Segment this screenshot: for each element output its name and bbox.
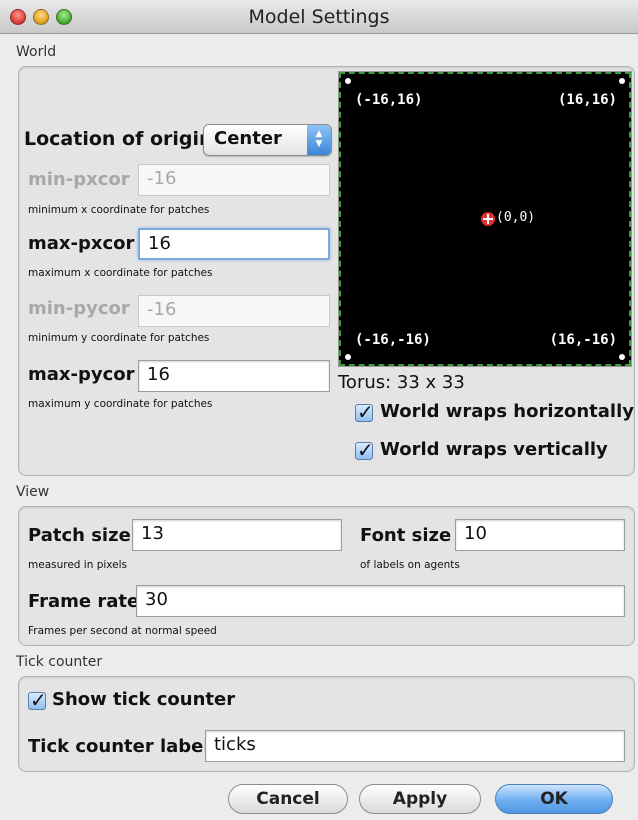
min-pycor-input[interactable]: -16 bbox=[138, 295, 330, 327]
corner-dot bbox=[345, 354, 351, 360]
tick-counter-section-label: Tick counter bbox=[16, 654, 103, 670]
wrap-vertical-label: World wraps vertically bbox=[380, 439, 608, 460]
world-preview: (-16,16) (16,16) (0,0) (-16,-16) (16,-16… bbox=[338, 71, 632, 367]
min-pxcor-label: min-pxcor bbox=[28, 169, 130, 190]
corner-dot bbox=[619, 78, 625, 84]
show-tick-counter-label: Show tick counter bbox=[52, 689, 236, 710]
frame-rate-label: Frame rate bbox=[28, 591, 140, 612]
patch-size-label: Patch size bbox=[28, 525, 131, 546]
apply-button[interactable]: Apply bbox=[359, 784, 481, 814]
top-right-coord: (16,16) bbox=[557, 92, 617, 108]
bottom-left-coord: (-16,-16) bbox=[355, 332, 431, 348]
origin-label: Location of origin: bbox=[24, 128, 221, 150]
min-pycor-hint: minimum y coordinate for patches bbox=[28, 332, 210, 344]
tick-counter-label-input[interactable]: ticks bbox=[205, 730, 625, 762]
select-arrows-icon: ▲ ▼ bbox=[307, 125, 331, 155]
show-tick-counter-checkbox[interactable] bbox=[28, 688, 47, 712]
world-section-label: World bbox=[16, 44, 57, 60]
window-title: Model Settings bbox=[248, 6, 390, 28]
corner-dot bbox=[345, 78, 351, 84]
patch-size-input[interactable]: 13 bbox=[132, 519, 342, 551]
cancel-button[interactable]: Cancel bbox=[228, 784, 348, 814]
view-section-label: View bbox=[16, 484, 50, 500]
corner-dot bbox=[619, 354, 625, 360]
max-pycor-label: max-pycor bbox=[28, 364, 135, 385]
frame-rate-input[interactable]: 30 bbox=[136, 585, 625, 617]
ok-button[interactable]: OK bbox=[495, 784, 613, 814]
wrap-horizontal-checkbox[interactable] bbox=[355, 400, 374, 424]
origin-select-value: Center bbox=[214, 128, 282, 149]
origin-select[interactable]: Center ▲ ▼ bbox=[203, 124, 332, 156]
torus-size-label: Torus: 33 x 33 bbox=[338, 372, 465, 393]
wrap-horizontal-label: World wraps horizontally bbox=[380, 401, 635, 422]
font-size-label: Font size bbox=[360, 525, 452, 546]
top-left-coord: (-16,16) bbox=[355, 92, 423, 108]
min-pxcor-input[interactable]: -16 bbox=[138, 164, 330, 196]
bottom-right-coord: (16,-16) bbox=[549, 332, 617, 348]
max-pxcor-label: max-pxcor bbox=[28, 233, 135, 254]
tick-counter-label-label: Tick counter label bbox=[28, 736, 210, 757]
wrap-vertical-checkbox[interactable] bbox=[355, 438, 374, 462]
min-pxcor-hint: minimum x coordinate for patches bbox=[28, 204, 210, 216]
patch-size-hint: measured in pixels bbox=[28, 559, 128, 571]
origin-marker-icon bbox=[481, 212, 495, 226]
frame-rate-hint: Frames per second at normal speed bbox=[28, 625, 217, 637]
font-size-input[interactable]: 10 bbox=[455, 519, 625, 551]
min-pycor-label: min-pycor bbox=[28, 298, 130, 319]
center-coord: (0,0) bbox=[496, 210, 536, 225]
max-pycor-input[interactable]: 16 bbox=[138, 360, 330, 392]
max-pycor-hint: maximum y coordinate for patches bbox=[28, 398, 213, 410]
font-size-hint: of labels on agents bbox=[360, 559, 460, 571]
max-pxcor-input[interactable]: 16 bbox=[138, 228, 330, 260]
max-pxcor-hint: maximum x coordinate for patches bbox=[28, 267, 213, 279]
title-bar: Model Settings bbox=[0, 0, 638, 34]
